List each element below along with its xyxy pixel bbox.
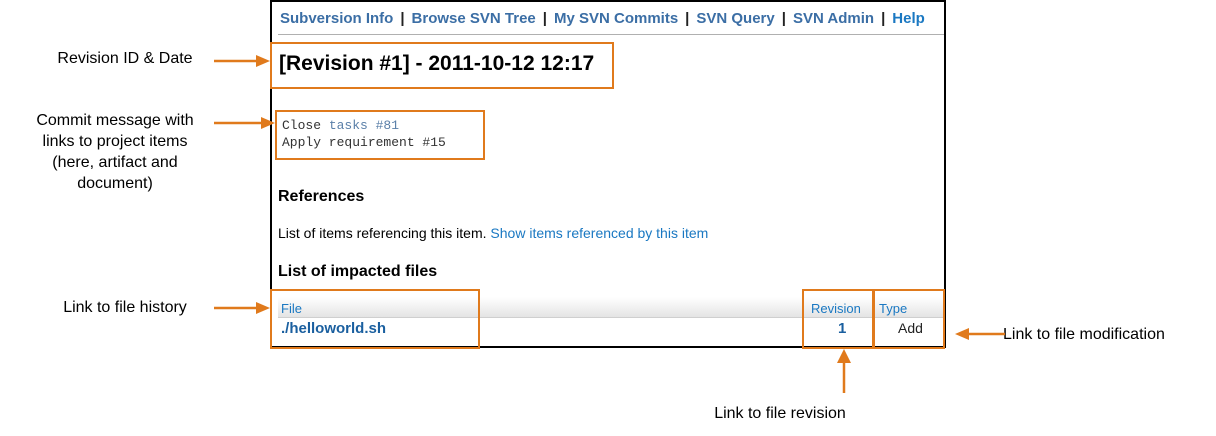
callout-commit-line: links to project items — [42, 133, 188, 150]
arrow-right-icon — [214, 302, 270, 314]
nav-svn-query[interactable]: SVN Query — [696, 10, 774, 27]
arrow-left-icon — [955, 328, 1005, 340]
callout-file-history: Link to file history — [63, 299, 187, 316]
callout-revision-id: Revision ID & Date — [57, 50, 193, 67]
callout-commit-line: Commit message with — [36, 112, 194, 129]
nav-separator: | — [881, 10, 886, 27]
callout-commit-line: (here, artifact and — [52, 154, 178, 171]
nav-divider — [278, 34, 944, 35]
nav-separator: | — [685, 10, 690, 27]
highlight-commit-message — [275, 110, 485, 160]
nav-svn-admin[interactable]: SVN Admin — [793, 10, 874, 27]
nav-browse-svn-tree[interactable]: Browse SVN Tree — [412, 10, 536, 27]
references-text-row: List of items referencing this item. Sho… — [278, 225, 708, 241]
callout-commit-message: Commit message with links to project ite… — [10, 110, 220, 194]
nav-separator: | — [781, 10, 786, 27]
references-text: List of items referencing this item. — [278, 225, 487, 241]
impacted-files-heading: List of impacted files — [278, 263, 438, 280]
highlight-file-column — [270, 289, 480, 349]
nav-separator: | — [400, 10, 405, 27]
arrow-right-icon — [214, 117, 275, 129]
nav-my-svn-commits[interactable]: My SVN Commits — [554, 10, 678, 27]
references-heading: References — [278, 188, 365, 205]
nav-help[interactable]: Help — [892, 10, 925, 27]
arrow-up-icon — [837, 349, 851, 393]
highlight-type-column — [873, 289, 945, 349]
callout-file-revision: Link to file revision — [714, 405, 846, 422]
show-referenced-items-link[interactable]: Show items referenced by this item — [490, 225, 708, 241]
highlight-revision-column — [802, 289, 874, 349]
callout-file-modification: Link to file modification — [1003, 326, 1165, 343]
callout-commit-line: document) — [77, 175, 153, 192]
top-nav: Subversion Info | Browse SVN Tree | My SVN C… — [280, 10, 925, 27]
nav-separator: | — [542, 10, 547, 27]
nav-subversion-info[interactable]: Subversion Info — [280, 10, 393, 27]
highlight-revision-title — [270, 42, 614, 89]
arrow-right-icon — [214, 55, 270, 67]
